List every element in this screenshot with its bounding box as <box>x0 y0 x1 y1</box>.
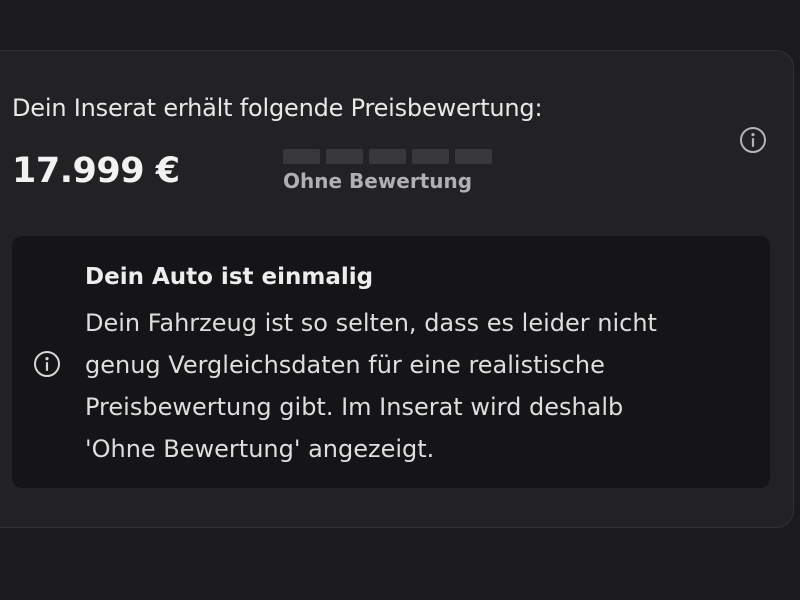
rating-segment <box>369 149 406 164</box>
price-rating-heading: Dein Inserat erhält folgende Preisbewert… <box>12 94 543 122</box>
rating-label: Ohne Bewertung <box>283 169 473 193</box>
notice-body: Dein Fahrzeug ist so selten, dass es lei… <box>85 302 745 470</box>
notice-title: Dein Auto ist einmalig <box>85 264 374 290</box>
rating-segment <box>326 149 363 164</box>
rating-segment <box>455 149 492 164</box>
notice-body-line: Dein Fahrzeug ist so selten, dass es lei… <box>85 309 657 337</box>
notice-body-line: genug Vergleichsdaten für eine realistis… <box>85 351 605 379</box>
listing-price: 17.999 € <box>12 151 180 191</box>
rating-segment <box>412 149 449 164</box>
info-icon <box>33 350 61 378</box>
rating-indicator <box>283 149 492 164</box>
info-icon[interactable] <box>739 126 767 154</box>
rating-segment <box>283 149 320 164</box>
notice-body-line: Preisbewertung gibt. Im Inserat wird des… <box>85 393 624 421</box>
notice-body-line: 'Ohne Bewertung' angezeigt. <box>85 435 435 463</box>
